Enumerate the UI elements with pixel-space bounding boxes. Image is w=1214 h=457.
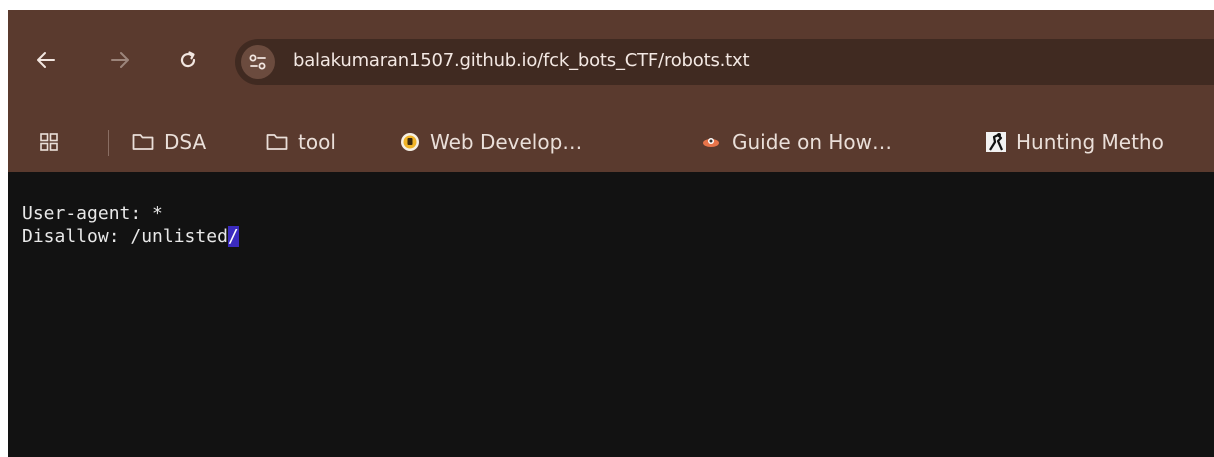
forward-button[interactable] [100,40,140,80]
site-favicon-figure-icon [986,132,1006,152]
apps-button[interactable] [40,122,58,162]
bookmark-label: DSA [164,130,207,154]
bookmarks-divider [108,130,109,156]
browser-window: balakumaran1507.github.io/fck_bots_CTF/r… [8,10,1214,457]
url-text[interactable]: balakumaran1507.github.io/fck_bots_CTF/r… [293,50,750,71]
bookmark-label: Guide on How… [732,130,892,154]
robots-line-user-agent: User-agent: * [22,203,163,224]
bookmark-guide[interactable]: Guide on How… [700,122,892,162]
bookmark-label: tool [298,130,336,154]
page-content: User-agent: * Disallow: /unlisted/ [8,172,1214,457]
arrow-right-icon [111,52,129,68]
reload-button[interactable] [168,40,208,80]
folder-icon [132,133,154,151]
apps-grid-icon [40,133,58,151]
selected-text: / [227,226,239,247]
bookmark-hunting[interactable]: Hunting Metho [986,122,1164,162]
site-favicon-orange-icon [700,133,722,151]
folder-icon [266,133,288,151]
browser-chrome: balakumaran1507.github.io/fck_bots_CTF/r… [8,10,1214,172]
toolbar: balakumaran1507.github.io/fck_bots_CTF/r… [8,10,1214,114]
bookmarks-bar: DSA tool Web Develop… Guide on How… Hunt… [8,114,1214,172]
bookmark-dsa[interactable]: DSA [132,122,206,162]
site-favicon-yellow-icon [400,132,420,152]
robots-line-disallow: Disallow: /unlisted/ [22,225,1214,248]
disallow-text: Disallow: /unlisted [22,226,228,247]
bookmark-label: Hunting Metho [1016,130,1164,154]
bookmark-label: Web Develop… [430,130,583,154]
reload-icon [180,51,196,68]
tune-icon [249,54,266,70]
bookmark-tool[interactable]: tool [266,122,336,162]
bookmark-web-develop[interactable]: Web Develop… [400,122,582,162]
address-bar[interactable]: balakumaran1507.github.io/fck_bots_CTF/r… [235,39,1214,85]
back-button[interactable] [26,40,66,80]
site-info-button[interactable] [241,45,275,79]
arrow-left-icon [37,52,55,68]
